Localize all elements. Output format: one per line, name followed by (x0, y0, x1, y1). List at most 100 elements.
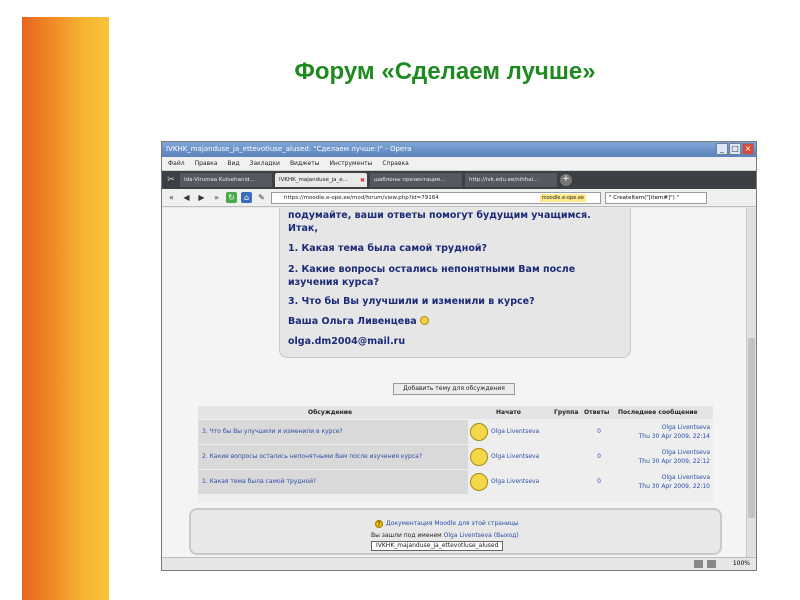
question-1: 1. Какая тема была самой трудной? (288, 243, 488, 254)
last-post-date[interactable]: Thu 30 Apr 2009, 22:12 (614, 457, 710, 466)
add-discussion-button[interactable]: Добавить тему для обсуждения (393, 383, 515, 395)
last-post-author[interactable]: Olga Liventseva (614, 473, 710, 482)
menu-bar: Файл Правка Вид Закладки Виджеты Инструм… (162, 157, 756, 171)
fast-forward-icon[interactable]: » (211, 192, 222, 203)
col-discussion[interactable]: Обсуждение (308, 406, 352, 419)
help-icon: ? (375, 520, 383, 528)
last-post-date[interactable]: Thu 30 Apr 2009, 22:10 (614, 482, 710, 491)
replies-count[interactable]: 0 (584, 470, 614, 494)
last-post: Olga Liventseva Thu 30 Apr 2009, 22:14 (614, 423, 713, 441)
search-field[interactable]: " CreateItem("[item#]") " (605, 191, 707, 204)
tab-label: Ida-Virumaa Kutsehanid... (184, 177, 255, 183)
tab-label: http://ivk.edu.ee/nihhai... (469, 177, 539, 183)
smiley-icon (419, 316, 429, 325)
course-tooltip: IVKHK_majanduse_ja_ettevotluse_alused (371, 541, 504, 551)
last-post-author[interactable]: Olga Liventseva (614, 423, 710, 432)
tab-bar: ✂ Ida-Virumaa Kutsehanid... IVKHK_majand… (162, 171, 756, 189)
table-header: Обсуждение Начато Группа Ответы Последне… (198, 406, 713, 419)
avatar[interactable] (470, 448, 488, 466)
zoom-level[interactable]: 100% (733, 558, 750, 570)
last-post-date[interactable]: Thu 30 Apr 2009, 22:14 (614, 432, 710, 441)
starter-link[interactable]: Olga Liventseva (491, 470, 539, 494)
forum-intro-message: подумайте, ваши ответы помогут будущим у… (279, 208, 631, 358)
docs-line: ? Документация Moodle для этой страницы (375, 520, 519, 528)
rewind-icon[interactable]: « (166, 192, 177, 203)
col-last-post[interactable]: Последнее сообщение (618, 406, 698, 419)
user-link[interactable]: Olga Liventseva (444, 532, 492, 539)
discussion-link[interactable]: 1. Какая тема была самой трудной? (198, 470, 468, 494)
discussion-link[interactable]: 2. Какие вопросы остались непонятными Ва… (198, 445, 468, 469)
intro-line: подумайте, ваши ответы помогут будущим у… (288, 210, 591, 221)
window-titlebar: IVKHK_majanduse_ja_ettevotluse_alused: "… (162, 142, 756, 157)
tab-label: IVKHK_majanduse_ja_e... (279, 177, 348, 183)
status-icons (694, 560, 716, 568)
vertical-scrollbar[interactable] (746, 208, 756, 558)
menu-help[interactable]: Справка (382, 157, 408, 170)
browser-window: IVKHK_majanduse_ja_ettevotluse_alused: "… (161, 141, 757, 571)
tab-4[interactable]: http://ivk.edu.ee/nihhai... (465, 173, 557, 187)
scrollbar-thumb[interactable] (748, 338, 755, 518)
menu-view[interactable]: Вид (227, 157, 239, 170)
minimize-button[interactable]: _ (716, 143, 728, 155)
edit-icon[interactable]: ✎ (256, 192, 267, 203)
starter-link[interactable]: Olga Liventseva (491, 445, 539, 469)
replies-count[interactable]: 0 (584, 420, 614, 444)
discussion-table: Обсуждение Начато Группа Ответы Последне… (198, 406, 713, 502)
forward-icon[interactable]: ▶ (196, 192, 207, 203)
menu-edit[interactable]: Правка (195, 157, 218, 170)
last-post-author[interactable]: Olga Liventseva (614, 448, 710, 457)
replies-count[interactable]: 0 (584, 445, 614, 469)
reload-icon[interactable]: ↻ (226, 192, 237, 203)
signature: Ваша Ольга Ливенцева (288, 316, 417, 327)
docs-link[interactable]: Документация Moodle для этой страницы (386, 520, 519, 527)
login-info: Вы зашли под именем Olga Liventseva (Вых… (371, 532, 519, 539)
page-footer: ? Документация Moodle для этой страницы В… (189, 508, 722, 555)
col-replies[interactable]: Ответы (584, 406, 609, 419)
decorative-gradient-bar (22, 17, 109, 600)
close-tab-icon[interactable]: ✖ (360, 174, 365, 187)
question-2-cont: изучения курса? (288, 277, 379, 288)
tools-icon[interactable]: ✂ (165, 174, 177, 186)
menu-bookmarks[interactable]: Закладки (250, 157, 280, 170)
tab-3[interactable]: шаблоны презентация... (370, 173, 462, 187)
question-3: 3. Что бы Вы улучшили и изменили в курсе… (288, 296, 535, 307)
col-group[interactable]: Группа (554, 406, 578, 419)
table-row: 1. Какая тема была самой трудной? Olga L… (198, 470, 713, 494)
group-cell (554, 420, 584, 444)
window-title: IVKHK_majanduse_ja_ettevotluse_alused: "… (166, 145, 412, 153)
view-icon[interactable] (707, 560, 716, 568)
url-field[interactable]: https://moodle.e-ope.ee/mod/forum/view.p… (271, 191, 601, 204)
slide: Форум «Сделаем лучше» IVKHK_majanduse_ja… (0, 0, 800, 600)
logout-link[interactable]: (Выход) (494, 532, 519, 539)
email: olga.dm2004@mail.ru (288, 336, 406, 347)
intro-line: Итак, (288, 223, 318, 234)
group-cell (554, 445, 584, 469)
avatar[interactable] (470, 473, 488, 491)
question-2: 2. Какие вопросы остались непонятными Ва… (288, 264, 576, 275)
menu-file[interactable]: Файл (168, 157, 185, 170)
starter-link[interactable]: Olga Liventseva (491, 420, 539, 444)
col-started-by[interactable]: Начато (496, 406, 521, 419)
site-badge: moodle.e-ope.ee (539, 193, 586, 202)
tab-label: шаблоны презентация... (374, 177, 446, 183)
table-row: 3. Что бы Вы улучшили и изменили в курсе… (198, 420, 713, 444)
menu-widgets[interactable]: Виджеты (290, 157, 320, 170)
discussion-link[interactable]: 3. Что бы Вы улучшили и изменили в курсе… (198, 420, 468, 444)
url-text: https://moodle.e-ope.ee/mod/forum/view.p… (284, 194, 439, 201)
last-post: Olga Liventseva Thu 30 Apr 2009, 22:10 (614, 473, 713, 491)
maximize-button[interactable]: □ (729, 143, 741, 155)
new-tab-button[interactable]: + (560, 174, 572, 186)
page-content: подумайте, ваши ответы помогут будущим у… (162, 208, 756, 558)
login-prefix: Вы зашли под именем (371, 532, 442, 539)
panel-icon[interactable] (694, 560, 703, 568)
back-icon[interactable]: ◀ (181, 192, 192, 203)
home-icon[interactable]: ⌂ (241, 192, 252, 203)
menu-tools[interactable]: Инструменты (329, 157, 372, 170)
address-toolbar: « ◀ ▶ » ↻ ⌂ ✎ https://moodle.e-ope.ee/mo… (162, 189, 756, 207)
tab-2[interactable]: IVKHK_majanduse_ja_e... ✖ (275, 173, 367, 187)
slide-title: Форум «Сделаем лучше» (294, 58, 596, 85)
close-window-button[interactable]: × (742, 143, 754, 155)
tab-1[interactable]: Ida-Virumaa Kutsehanid... (180, 173, 272, 187)
avatar[interactable] (470, 423, 488, 441)
table-row: 2. Какие вопросы остались непонятными Ва… (198, 445, 713, 469)
